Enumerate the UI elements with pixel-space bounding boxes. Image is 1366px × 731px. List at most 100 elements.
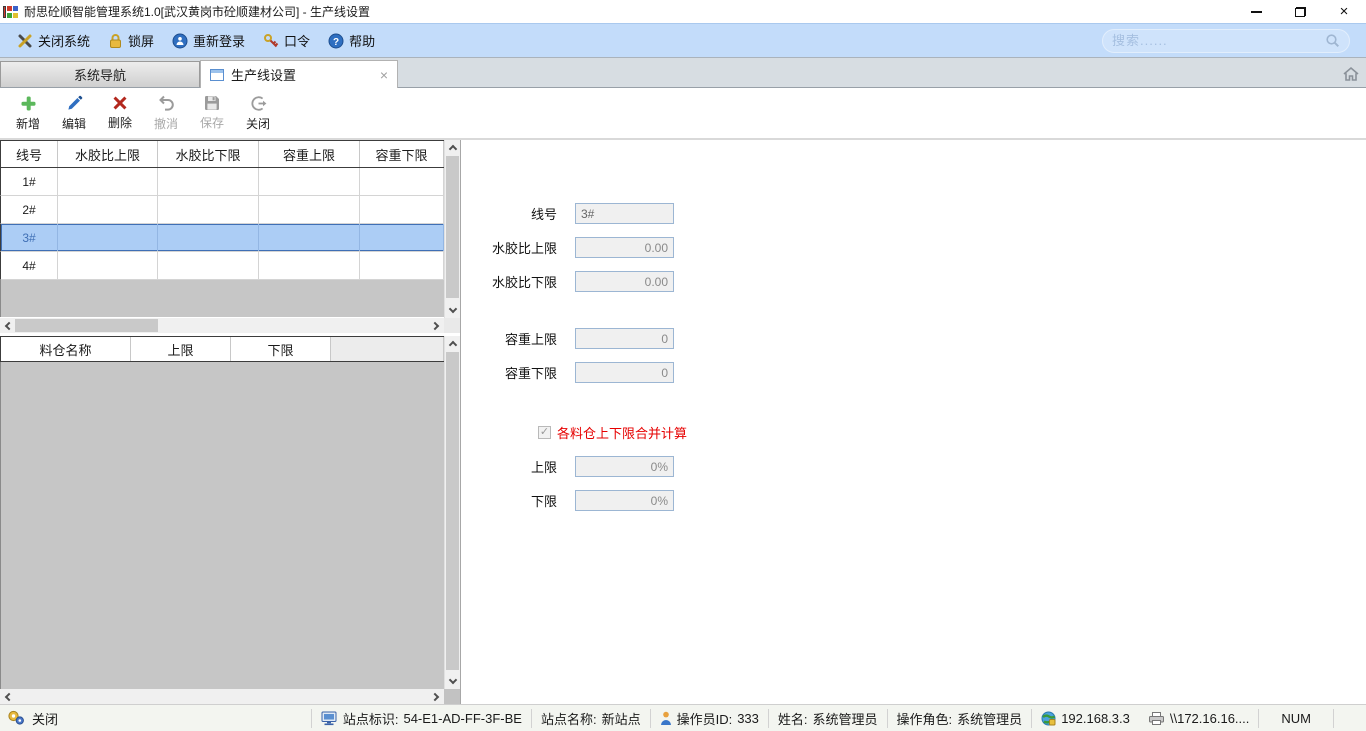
- statusbar-close[interactable]: 关闭: [7, 709, 58, 728]
- cell[interactable]: [158, 196, 259, 223]
- lines-table-hscrollbar[interactable]: [0, 318, 444, 333]
- header-silo-name[interactable]: 料仓名称: [1, 337, 131, 361]
- wb-upper-field[interactable]: [575, 237, 674, 258]
- cell[interactable]: [58, 252, 158, 279]
- tab-active-label: 生产线设置: [231, 65, 296, 84]
- scroll-down-button[interactable]: [445, 674, 460, 689]
- cell[interactable]: [158, 252, 259, 279]
- home-icon: [1342, 66, 1360, 82]
- cell[interactable]: [58, 196, 158, 223]
- scroll-right-button[interactable]: [429, 689, 444, 704]
- header-bd-upper[interactable]: 容重上限: [259, 141, 360, 167]
- scroll-thumb[interactable]: [446, 156, 459, 298]
- wb-lower-field[interactable]: [575, 271, 674, 292]
- silos-table-vscrollbar[interactable]: [444, 336, 460, 689]
- cell[interactable]: [259, 196, 360, 223]
- relogin-icon: [172, 33, 188, 49]
- merge-calc-row: ✓ 各料仓上下限合并计算: [538, 423, 687, 442]
- table-row-2[interactable]: 2#: [0, 196, 444, 224]
- operator-id-segment: 操作员ID: 333: [650, 709, 768, 728]
- table-row-1[interactable]: 1#: [0, 168, 444, 196]
- search-icon[interactable]: [1325, 33, 1340, 48]
- cell[interactable]: [58, 224, 158, 251]
- cell[interactable]: [259, 224, 360, 251]
- bd-lower-field[interactable]: [575, 362, 674, 383]
- cell[interactable]: [360, 168, 444, 195]
- cell[interactable]: [58, 168, 158, 195]
- cell[interactable]: [259, 252, 360, 279]
- close-window-button[interactable]: ×: [1322, 0, 1366, 23]
- scroll-up-button[interactable]: [445, 336, 460, 351]
- scroll-left-button[interactable]: [0, 689, 15, 704]
- site-name-segment: 站点名称: 新站点: [531, 709, 650, 728]
- statusbar-close-label: 关闭: [32, 709, 58, 728]
- close-tab-button[interactable]: 关闭: [235, 90, 281, 136]
- header-wb-upper[interactable]: 水胶比上限: [58, 141, 158, 167]
- silos-table-hscrollbar[interactable]: [0, 689, 444, 704]
- header-upper-limit[interactable]: 上限: [131, 337, 231, 361]
- minimize-button[interactable]: [1234, 0, 1278, 23]
- search-box[interactable]: [1102, 29, 1350, 53]
- header-wb-lower[interactable]: 水胶比下限: [158, 141, 259, 167]
- delete-button[interactable]: 删除: [97, 90, 143, 136]
- pct-upper-field[interactable]: [575, 456, 674, 477]
- table-row-3-selected[interactable]: 3#: [0, 224, 444, 252]
- edit-label: 编辑: [62, 115, 86, 132]
- cell-line-no[interactable]: 1#: [1, 168, 58, 195]
- scroll-down-button[interactable]: [445, 303, 460, 318]
- lines-table-vscrollbar[interactable]: [444, 140, 460, 318]
- relogin-button[interactable]: 重新登录: [163, 27, 254, 54]
- help-button[interactable]: ? 帮助: [319, 27, 384, 54]
- add-button[interactable]: 新增: [5, 90, 51, 136]
- header-filler: [331, 337, 444, 361]
- cell-line-no[interactable]: 2#: [1, 196, 58, 223]
- save-button[interactable]: 保存: [189, 90, 235, 136]
- save-label: 保存: [200, 114, 224, 131]
- tab-close-icon[interactable]: ×: [380, 68, 388, 82]
- scroll-thumb[interactable]: [446, 352, 459, 670]
- close-system-icon: [17, 33, 33, 49]
- edit-button[interactable]: 编辑: [51, 90, 97, 136]
- bd-upper-row: 容重上限: [461, 328, 674, 349]
- cell[interactable]: [360, 252, 444, 279]
- undo-button[interactable]: 撤消: [143, 90, 189, 136]
- table-row-4[interactable]: 4#: [0, 252, 444, 280]
- cell[interactable]: [360, 224, 444, 251]
- header-line-no[interactable]: 线号: [1, 141, 58, 167]
- close-system-button[interactable]: 关闭系统: [8, 27, 99, 54]
- pct-lower-field[interactable]: [575, 490, 674, 511]
- restore-button[interactable]: [1278, 0, 1322, 23]
- pct-upper-row: 上限: [461, 456, 674, 477]
- home-button[interactable]: [1342, 66, 1360, 82]
- scroll-right-button[interactable]: [429, 318, 444, 333]
- cell-line-no[interactable]: 3#: [1, 224, 58, 251]
- printer-value: \\172.16.16....: [1170, 711, 1250, 726]
- bd-lower-label: 容重下限: [461, 363, 557, 382]
- statusbar-endcap: [1333, 709, 1359, 728]
- lock-screen-button[interactable]: 锁屏: [99, 27, 163, 54]
- line-no-field[interactable]: [575, 203, 674, 224]
- cell[interactable]: [158, 168, 259, 195]
- undo-icon: [158, 95, 175, 112]
- chevron-left-icon: [5, 321, 13, 329]
- cell[interactable]: [158, 224, 259, 251]
- scroll-up-button[interactable]: [445, 140, 460, 155]
- tab-system-navigation[interactable]: 系统导航: [0, 61, 200, 87]
- scroll-thumb[interactable]: [15, 319, 158, 332]
- header-bd-lower[interactable]: 容重下限: [360, 141, 444, 167]
- scroll-left-button[interactable]: [0, 318, 15, 333]
- search-input[interactable]: [1112, 33, 1325, 48]
- lines-table-header: 线号 水胶比上限 水胶比下限 容重上限 容重下限: [0, 140, 444, 168]
- tab-production-line-settings[interactable]: 生产线设置 ×: [200, 60, 398, 88]
- password-button[interactable]: 口令: [254, 27, 319, 54]
- header-lower-limit[interactable]: 下限: [231, 337, 331, 361]
- bd-upper-field[interactable]: [575, 328, 674, 349]
- left-panel: 线号 水胶比上限 水胶比下限 容重上限 容重下限 1# 2#: [0, 140, 461, 704]
- person-icon: [660, 711, 672, 726]
- action-toolbar: 新增 编辑 删除 撤消: [0, 88, 1366, 140]
- cell[interactable]: [360, 196, 444, 223]
- cell[interactable]: [259, 168, 360, 195]
- cell-line-no[interactable]: 4#: [1, 252, 58, 279]
- add-label: 新增: [16, 115, 40, 132]
- merge-calc-checkbox[interactable]: ✓: [538, 426, 551, 439]
